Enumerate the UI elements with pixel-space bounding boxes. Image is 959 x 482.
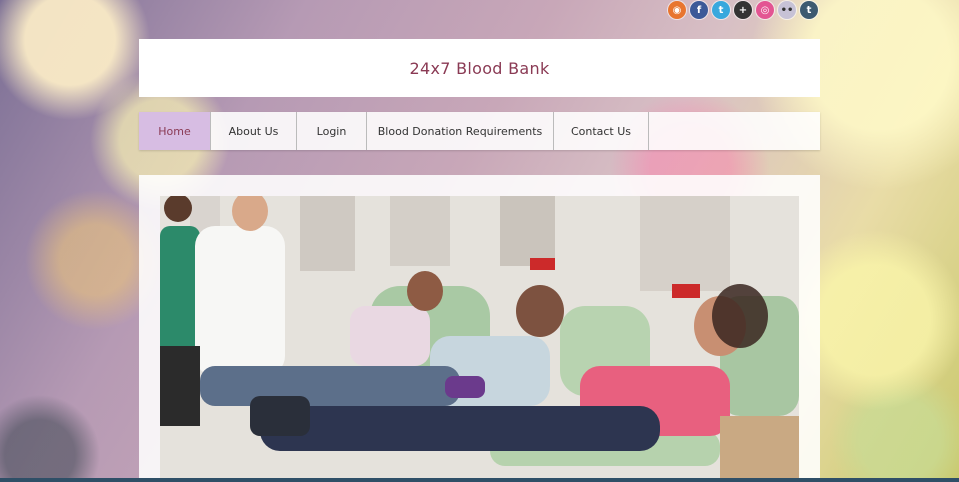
flickr-icon[interactable]: •• <box>778 1 796 19</box>
plus-icon[interactable]: + <box>734 1 752 19</box>
rss-icon[interactable]: ◉ <box>668 1 686 19</box>
nav-item-contact[interactable]: Contact Us <box>554 112 649 150</box>
nav-item-requirements[interactable]: Blood Donation Requirements <box>367 112 554 150</box>
twitter-icon[interactable]: t <box>712 1 730 19</box>
site-header: 24x7 Blood Bank <box>139 39 820 97</box>
nav-item-about[interactable]: About Us <box>211 112 297 150</box>
content-panel <box>139 175 820 482</box>
nav-item-home[interactable]: Home <box>139 112 211 150</box>
main-nav: Home About Us Login Blood Donation Requi… <box>139 112 820 150</box>
taskbar <box>0 478 959 482</box>
blood-donation-photo <box>160 196 799 482</box>
nav-item-login[interactable]: Login <box>297 112 367 150</box>
dribbble-icon[interactable]: ◎ <box>756 1 774 19</box>
social-icons: ◉ f t + ◎ •• t <box>668 1 818 19</box>
facebook-icon[interactable]: f <box>690 1 708 19</box>
tumblr-icon[interactable]: t <box>800 1 818 19</box>
site-title: 24x7 Blood Bank <box>409 58 550 78</box>
